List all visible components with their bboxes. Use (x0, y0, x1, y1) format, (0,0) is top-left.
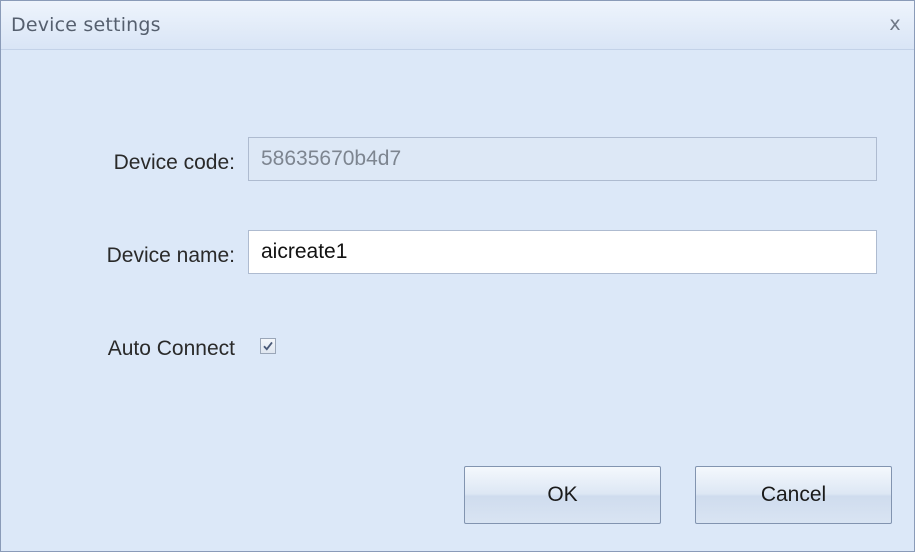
device-code-label: Device code: (113, 151, 235, 174)
device-code-field: 58635670b4d7 (248, 137, 877, 181)
device-name-input[interactable] (248, 230, 877, 274)
dialog-title: Device settings (11, 14, 161, 36)
close-icon[interactable]: x (884, 13, 906, 35)
checkmark-icon (263, 341, 273, 351)
device-settings-dialog: Device settings x Device code: 58635670b… (0, 0, 915, 552)
auto-connect-label: Auto Connect (107, 337, 235, 360)
auto-connect-checkbox[interactable] (260, 338, 276, 354)
title-bar: Device settings x (1, 1, 914, 50)
cancel-button[interactable]: Cancel (695, 466, 892, 524)
ok-button[interactable]: OK (464, 466, 661, 524)
device-name-label: Device name: (106, 244, 235, 267)
